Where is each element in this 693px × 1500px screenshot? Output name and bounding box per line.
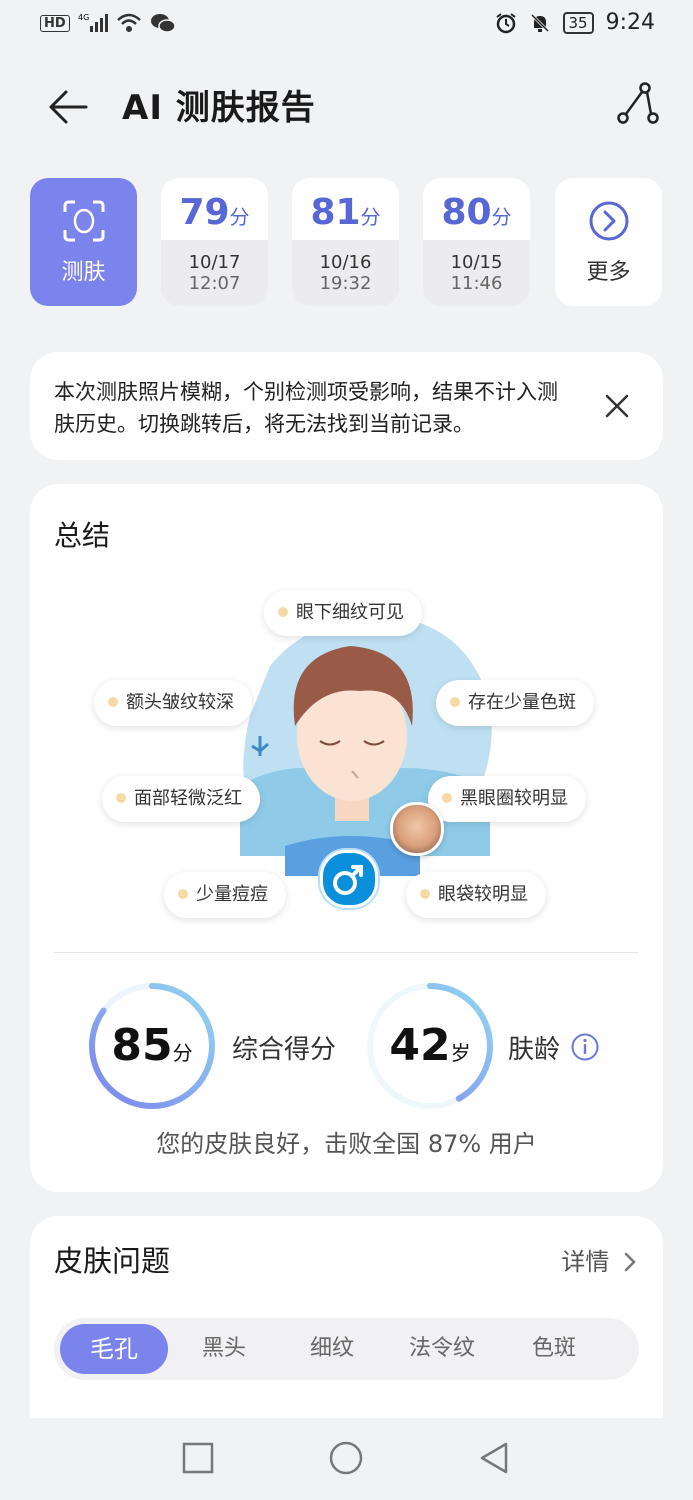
- chevron-right-circle-icon: [589, 201, 629, 241]
- clock: 9:24: [605, 10, 655, 35]
- score-unit: 分: [491, 205, 512, 229]
- tag-text: 眼袋较明显: [438, 884, 528, 905]
- tab-history-1[interactable]: 79分 10/17 12:07: [161, 178, 268, 306]
- detail-text: 详情: [561, 1248, 610, 1276]
- back-arrow-icon[interactable]: [44, 82, 94, 132]
- wifi-icon: [116, 13, 141, 32]
- notice-text: 本次测肤照片模糊，个别检测项受影响，结果不计入测肤历史。切换跳转后，将无法找到当…: [54, 380, 558, 436]
- tab-history-3[interactable]: 80分 10/15 11:46: [423, 178, 530, 306]
- chevron-right-icon: [624, 1252, 636, 1272]
- face-photo-thumbnail[interactable]: [390, 802, 444, 856]
- face-scan-icon: [63, 200, 105, 242]
- history-score: 79分: [161, 178, 268, 240]
- history-date: 10/17 12:07: [161, 240, 268, 306]
- tag-pill: 眼下细纹可见: [264, 590, 422, 636]
- time-text: 11:46: [450, 273, 503, 294]
- tab-spots[interactable]: 色斑: [500, 1324, 608, 1374]
- history-score: 81分: [292, 178, 399, 240]
- history-date: 10/16 19:32: [292, 240, 399, 306]
- tab-scan-label: 测肤: [61, 260, 106, 285]
- tag-text: 眼下细纹可见: [296, 602, 404, 623]
- history-date: 10/15 11:46: [423, 240, 530, 306]
- hd-icon: HD: [40, 14, 70, 32]
- svg-text:4G: 4G: [78, 13, 89, 22]
- issues-title: 皮肤问题: [54, 1244, 171, 1278]
- page-title: AI 测肤报告: [122, 88, 316, 128]
- score-value: 80: [441, 192, 492, 233]
- tag-pill: 额头皱纹较深: [94, 680, 252, 726]
- age-label: 肤龄: [508, 1035, 561, 1065]
- tag-pill: 面部轻微泛红: [102, 776, 260, 822]
- tab-scan[interactable]: 测肤: [30, 178, 137, 306]
- male-icon: [320, 850, 378, 908]
- status-left: HD 4G: [40, 12, 176, 34]
- face-illustration: [240, 616, 492, 876]
- issue-tabs: 毛孔 黑头 细纹 法令纹 色斑: [54, 1318, 639, 1380]
- tab-blackheads[interactable]: 黑头: [170, 1324, 278, 1374]
- home-icon[interactable]: [328, 1440, 364, 1476]
- share-icon[interactable]: [615, 80, 661, 126]
- tab-pores[interactable]: 毛孔: [60, 1324, 168, 1374]
- back-triangle-icon[interactable]: [476, 1440, 512, 1476]
- app-header: AI 测肤报告: [0, 70, 693, 140]
- tab-history-2[interactable]: 81分 10/16 19:32: [292, 178, 399, 306]
- tab-more[interactable]: 更多: [555, 178, 662, 306]
- age-unit: 岁: [450, 1041, 471, 1065]
- battery-indicator: 35: [562, 11, 594, 34]
- mute-bell-icon: [530, 13, 549, 32]
- score-unit: 分: [229, 205, 250, 229]
- score-value: 81: [310, 192, 361, 233]
- tag-pill: 黑眼圈较明显: [428, 776, 586, 822]
- tab-more-label: 更多: [586, 260, 631, 285]
- tag-text: 少量痘痘: [196, 884, 268, 905]
- issues-detail-link[interactable]: 详情: [561, 1242, 637, 1277]
- recents-icon[interactable]: [180, 1440, 216, 1476]
- tab-nasolabial[interactable]: 法令纹: [388, 1324, 496, 1374]
- history-tabs: 测肤 79分 10/17 12:07 81分 10/16 19:32 80分 10/…: [30, 178, 664, 306]
- score-number: 85: [111, 1020, 173, 1071]
- summary-card: 总结 眼下细纹可见 额头皱纹较深 存在少量色斑 面部轻微泛红 黑眼圈较明显 少量…: [30, 484, 663, 1192]
- date-text: 10/16: [319, 252, 372, 273]
- tag-pill: 存在少量色斑: [436, 680, 594, 726]
- status-bar: HD 4G 35 9:24: [0, 0, 693, 50]
- system-nav-bar: [0, 1418, 693, 1500]
- close-icon[interactable]: [603, 392, 631, 420]
- history-score: 80分: [423, 178, 530, 240]
- tab-fine-lines[interactable]: 细纹: [278, 1324, 386, 1374]
- tag-text: 黑眼圈较明显: [460, 788, 568, 809]
- skin-issues-card: 皮肤问题 详情 毛孔 黑头 细纹 法令纹 色斑: [30, 1216, 663, 1446]
- date-text: 10/17: [188, 252, 241, 273]
- score-unit: 分: [172, 1041, 193, 1065]
- tag-text: 存在少量色斑: [468, 692, 576, 713]
- signal-icon: 4G: [78, 13, 108, 32]
- tag-pill: 少量痘痘: [164, 872, 286, 918]
- score-value: 79: [179, 192, 230, 233]
- blur-notice: 本次测肤照片模糊，个别检测项受影响，结果不计入测肤历史。切换跳转后，将无法找到当…: [30, 352, 663, 460]
- score-label: 综合得分: [232, 1035, 337, 1065]
- time-text: 19:32: [319, 273, 372, 294]
- status-right: 35 9:24: [495, 10, 655, 35]
- divider: [54, 952, 639, 953]
- date-text: 10/15: [450, 252, 503, 273]
- age-number: 42: [389, 1020, 451, 1071]
- time-text: 12:07: [188, 273, 241, 294]
- wechat-icon: [150, 14, 176, 33]
- info-icon[interactable]: [570, 1032, 600, 1062]
- summary-title: 总结: [54, 519, 111, 552]
- score-unit: 分: [360, 205, 381, 229]
- age-value: 42岁: [364, 980, 496, 1119]
- tag-text: 面部轻微泛红: [134, 788, 242, 809]
- alarm-icon: [495, 12, 516, 33]
- tag-text: 额头皱纹较深: [126, 692, 234, 713]
- summary-line: 您的皮肤良好，击败全国 87% 用户: [156, 1130, 537, 1158]
- score-value: 85分: [86, 980, 218, 1119]
- tag-pill: 眼袋较明显: [406, 872, 546, 918]
